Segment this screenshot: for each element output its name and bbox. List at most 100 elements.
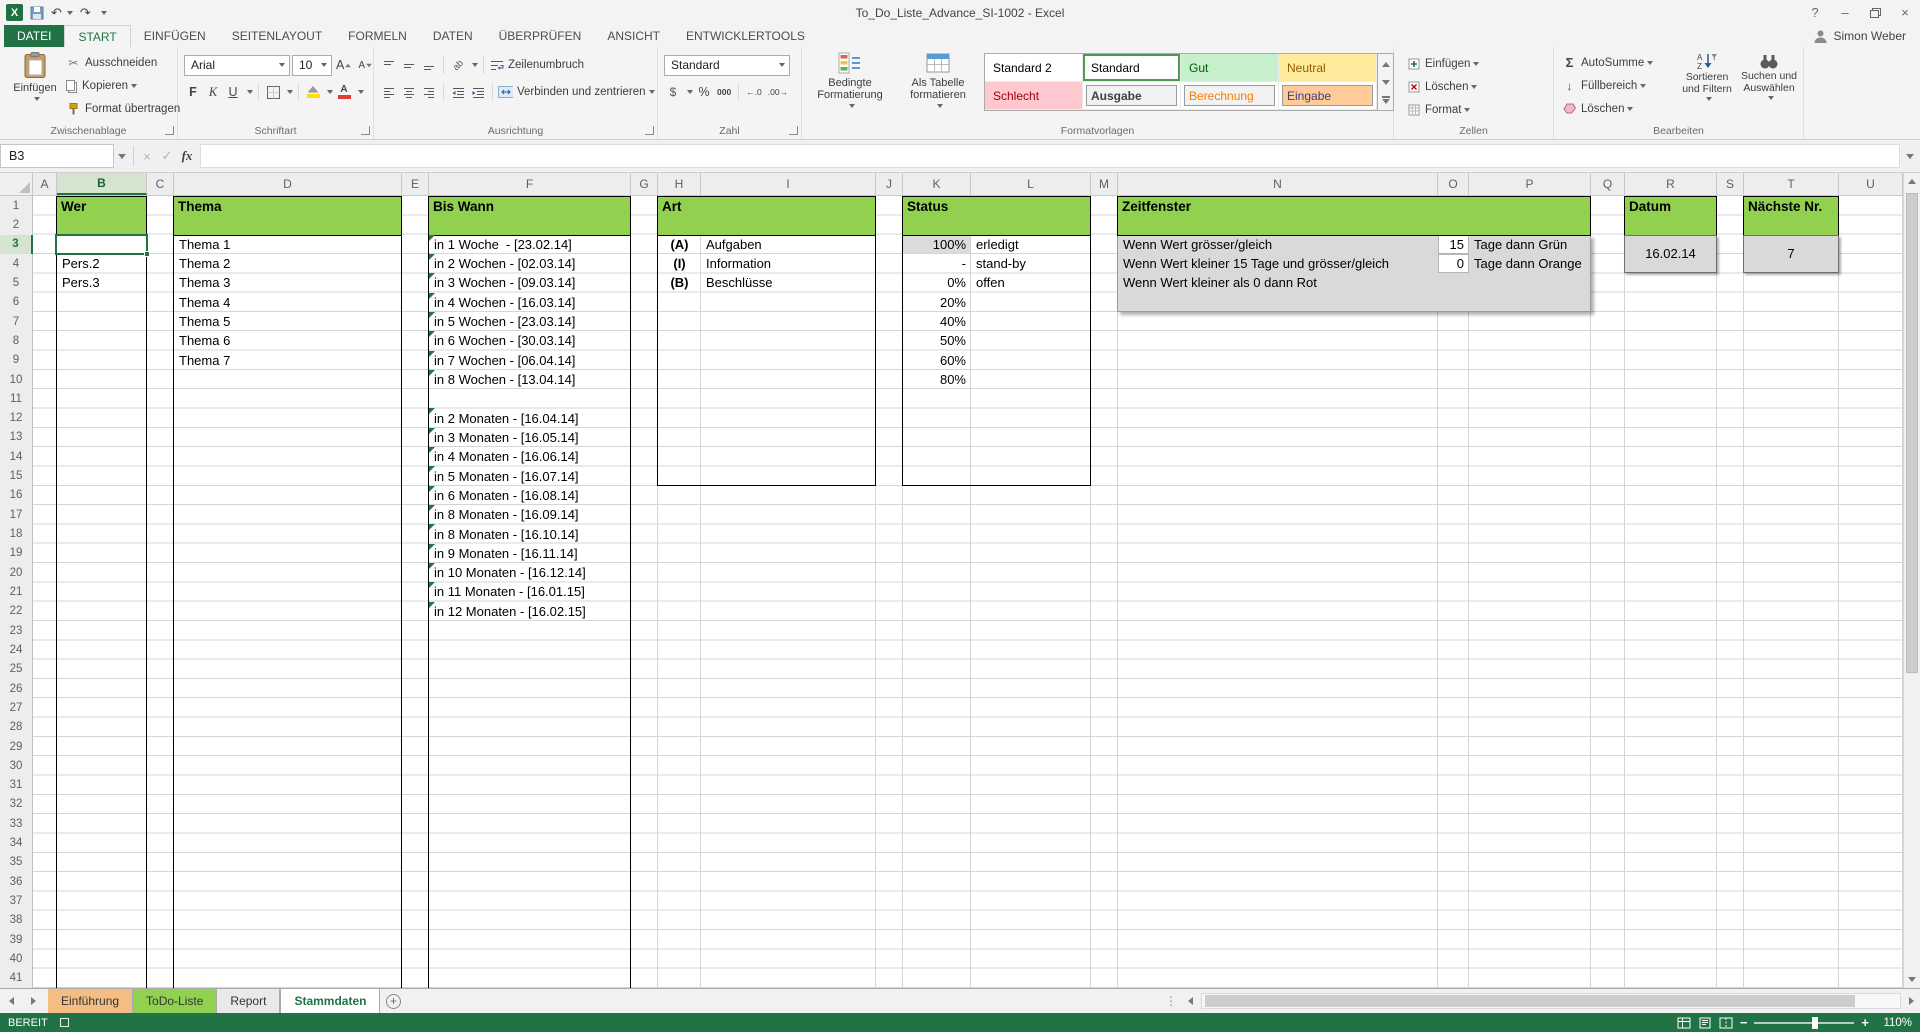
bold-button[interactable]: F	[184, 82, 202, 102]
column-header-P[interactable]: P	[1469, 173, 1591, 195]
account-area[interactable]: Simon Weber	[1813, 25, 1920, 47]
row-header-25[interactable]: 25	[0, 660, 33, 680]
cell-biswann-row4[interactable]: in 2 Wochen - [02.03.14]	[429, 254, 631, 273]
row-header-41[interactable]: 41	[0, 969, 33, 988]
fill-handle[interactable]	[144, 251, 150, 257]
sheet-nav-left-icon[interactable]	[0, 989, 22, 1013]
vertical-scroll-thumb[interactable]	[1906, 193, 1918, 673]
accounting-format-button[interactable]: $	[664, 82, 682, 102]
align-left-button[interactable]	[380, 82, 398, 102]
scroll-up-icon[interactable]	[1904, 173, 1920, 190]
row-header-15[interactable]: 15	[0, 466, 33, 486]
column-header-Q[interactable]: Q	[1591, 173, 1625, 195]
clear-button[interactable]: Löschen	[1562, 99, 1653, 118]
ribbon-tab-seitenlayout[interactable]: SEITENLAYOUT	[219, 25, 335, 47]
cell-rule-suffix-row3[interactable]: Tage dann Grün	[1469, 235, 1591, 254]
accounting-dropdown-icon[interactable]	[687, 90, 693, 94]
cell-art-label-row5[interactable]: Beschlüsse	[701, 273, 876, 292]
cell-biswann-row15[interactable]: in 5 Monaten - [16.07.14]	[429, 466, 631, 485]
cell-art-label-row3[interactable]: Aufgaben	[701, 235, 876, 254]
view-page-break-icon[interactable]	[1719, 1017, 1733, 1029]
orientation-button[interactable]: ab	[449, 55, 467, 75]
column-header-N[interactable]: N	[1118, 173, 1438, 195]
column-header-M[interactable]: M	[1091, 173, 1118, 195]
column-header-D[interactable]: D	[174, 173, 402, 195]
align-middle-button[interactable]	[400, 55, 418, 75]
orientation-dropdown-icon[interactable]	[472, 63, 478, 67]
cell-status-percent-row6[interactable]: 20%	[903, 293, 971, 312]
qat-customize-button[interactable]	[98, 11, 107, 15]
row-header-5[interactable]: 5	[0, 273, 33, 293]
naechste-nr-cell[interactable]: 7	[1743, 235, 1839, 274]
row-header-16[interactable]: 16	[0, 486, 33, 506]
insert-function-icon[interactable]: fx	[177, 148, 197, 164]
cell-status-label-row4[interactable]: stand-by	[971, 254, 1091, 273]
decrease-indent-button[interactable]	[449, 82, 467, 102]
gallery-more-icon[interactable]	[1378, 92, 1393, 108]
ribbon-tab-formeln[interactable]: FORMELN	[335, 25, 420, 47]
cell-thema-row9[interactable]: Thema 7	[174, 351, 402, 370]
copy-button[interactable]: Kopieren	[66, 76, 180, 95]
zoom-level[interactable]: 110%	[1876, 1017, 1912, 1029]
cell-biswann-row3[interactable]: in 1 Woche - [23.02.14]	[429, 235, 631, 254]
paste-button[interactable]: Einfügen	[10, 52, 60, 101]
italic-button[interactable]: K	[204, 82, 222, 102]
borders-button[interactable]	[264, 82, 282, 102]
cell-rule-value-row3[interactable]: 15	[1438, 235, 1469, 254]
view-page-layout-icon[interactable]	[1698, 1017, 1712, 1029]
restore-button[interactable]	[1860, 0, 1890, 25]
cell-biswann-row18[interactable]: in 8 Monaten - [16.10.14]	[429, 524, 631, 543]
cell-thema-row3[interactable]: Thema 1	[174, 235, 402, 254]
row-header-30[interactable]: 30	[0, 756, 33, 776]
increase-font-button[interactable]: A	[334, 55, 354, 75]
row-header-11[interactable]: 11	[0, 389, 33, 409]
row-header-26[interactable]: 26	[0, 679, 33, 699]
format-as-table-button[interactable]: Als Tabelle formatieren	[896, 52, 980, 108]
confirm-entry-icon[interactable]: ✓	[157, 148, 177, 164]
name-box-dropdown-icon[interactable]	[114, 154, 130, 159]
row-header-32[interactable]: 32	[0, 795, 33, 815]
ribbon-tab-start[interactable]: START	[64, 25, 130, 47]
cell-status-percent-row4[interactable]: -	[903, 254, 971, 273]
ribbon-tab-überprüfen[interactable]: ÜBERPRÜFEN	[486, 25, 595, 47]
row-header-28[interactable]: 28	[0, 718, 33, 738]
zoom-slider[interactable]	[1754, 1022, 1854, 1024]
fill-color-button[interactable]	[304, 82, 322, 102]
macro-record-icon[interactable]	[60, 1018, 69, 1027]
cell-status-label-row3[interactable]: erledigt	[971, 235, 1091, 254]
cell-status-label-row5[interactable]: offen	[971, 273, 1091, 292]
row-header-35[interactable]: 35	[0, 853, 33, 873]
row-header-3[interactable]: 3	[0, 235, 33, 255]
scroll-down-icon[interactable]	[1904, 971, 1920, 988]
align-bottom-button[interactable]	[420, 55, 438, 75]
horizontal-scrollbar[interactable]	[1201, 993, 1901, 1009]
row-header-13[interactable]: 13	[0, 428, 33, 448]
zoom-out-button[interactable]: −	[1740, 1016, 1748, 1029]
gallery-up-icon[interactable]	[1378, 56, 1393, 72]
cell-biswann-row10[interactable]: in 8 Wochen - [13.04.14]	[429, 370, 631, 389]
tab-splitter-handle[interactable]: ⋮	[1160, 994, 1182, 1008]
ribbon-tab-datei[interactable]: DATEI	[4, 25, 64, 47]
underline-dropdown-icon[interactable]	[247, 90, 253, 94]
underline-button[interactable]: U	[224, 82, 242, 102]
cell-rule-value-row4[interactable]: 0	[1438, 254, 1469, 273]
font-color-button[interactable]: A	[335, 82, 353, 102]
cell-biswann-row12[interactable]: in 2 Monaten - [16.04.14]	[429, 408, 631, 427]
align-center-button[interactable]	[400, 82, 418, 102]
cell-status-percent-row9[interactable]: 60%	[903, 351, 971, 370]
vertical-scrollbar[interactable]	[1903, 173, 1920, 988]
column-header-J[interactable]: J	[876, 173, 903, 195]
style-berechnung[interactable]: Berechnung	[1181, 82, 1279, 110]
close-button[interactable]: ×	[1890, 0, 1920, 25]
style-neutral[interactable]: Neutral	[1279, 54, 1377, 82]
name-box[interactable]: B3	[0, 144, 114, 168]
row-header-38[interactable]: 38	[0, 911, 33, 931]
find-select-button[interactable]: Suchen und Auswählen	[1740, 52, 1798, 100]
column-header-H[interactable]: H	[658, 173, 701, 195]
font-color-dropdown-icon[interactable]	[358, 90, 364, 94]
row-header-8[interactable]: 8	[0, 331, 33, 351]
excel-app-icon[interactable]: X	[6, 4, 23, 21]
column-header-E[interactable]: E	[402, 173, 429, 195]
ribbon-tab-entwicklertools[interactable]: ENTWICKLERTOOLS	[673, 25, 818, 47]
cell-status-percent-row7[interactable]: 40%	[903, 312, 971, 331]
